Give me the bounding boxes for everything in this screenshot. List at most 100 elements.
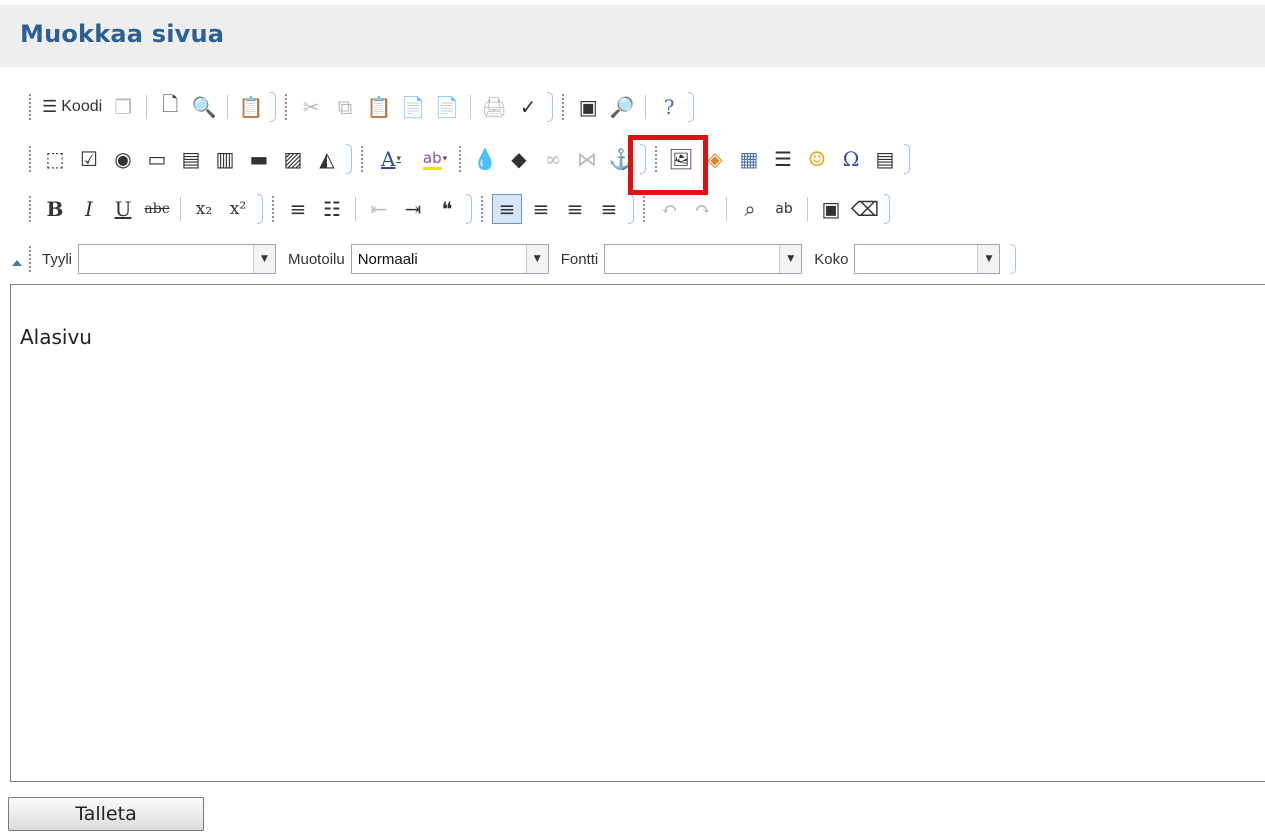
blockquote-button[interactable]: ❝ — [432, 194, 462, 224]
source-button[interactable]: ☰ Koodi — [42, 97, 102, 117]
underline-button[interactable]: U — [108, 194, 138, 224]
size-label: Koko — [814, 250, 849, 268]
toolbar-grip[interactable] — [642, 195, 646, 223]
cut-icon: ✂ — [302, 95, 320, 119]
editor-content-area[interactable]: Alasivu — [10, 284, 1265, 782]
chevron-down-icon[interactable]: ▼ — [525, 245, 548, 273]
paste-text-button[interactable]: 📄 — [398, 92, 428, 122]
toolbar-grip[interactable] — [561, 93, 566, 121]
unlink-button[interactable]: ⋈ — [572, 144, 602, 174]
find-button[interactable]: ⌕ — [735, 194, 765, 224]
toolbar-grip[interactable] — [480, 195, 484, 223]
size-select[interactable]: ▼ — [854, 244, 1001, 274]
replace-button[interactable]: ab — [769, 194, 799, 224]
horizontal-rule-button[interactable]: ☰ — [768, 144, 798, 174]
page-break-button[interactable]: ▤ — [870, 144, 900, 174]
new-page-button[interactable]: 🗋 — [155, 92, 185, 122]
undo-icon: ↶ — [660, 197, 678, 221]
indent-button[interactable]: ⇥ — [398, 194, 428, 224]
select-all-button[interactable]: ▣ — [816, 194, 846, 224]
textfield-button[interactable]: ▭ — [142, 144, 172, 174]
italic-button[interactable]: I — [74, 194, 104, 224]
form-button-button[interactable]: ▬ — [244, 144, 274, 174]
special-char-button[interactable]: Ω — [836, 144, 866, 174]
radio-button[interactable]: ◉ — [108, 144, 138, 174]
ordered-list-button[interactable]: ≡ — [283, 194, 313, 224]
chevron-down-icon[interactable]: ▼ — [977, 245, 1000, 273]
align-left-button[interactable]: ≡ — [492, 194, 522, 224]
chevron-down-icon[interactable]: ▼ — [779, 245, 802, 273]
ordered-list-icon: ≡ — [289, 197, 307, 221]
text-color-button[interactable]: A ▾ — [372, 144, 410, 174]
print-button[interactable]: 🖨 — [479, 92, 509, 122]
align-left-icon: ≡ — [498, 197, 516, 221]
select-all-icon: ▣ — [821, 197, 841, 221]
templates-list-button[interactable]: 📋 — [236, 92, 266, 122]
table-button[interactable]: ▦ — [734, 144, 764, 174]
paste-button[interactable]: 📋 — [364, 92, 394, 122]
bullet-list-button[interactable]: ☷ — [317, 194, 347, 224]
bold-button[interactable]: B — [40, 194, 70, 224]
spellcheck-icon: ✓ — [519, 95, 537, 119]
source-icon: ☰ — [42, 97, 58, 116]
format-select[interactable]: Normaali ▼ — [350, 244, 549, 274]
image-button-icon: ▨ — [283, 147, 303, 171]
toolbar-grip[interactable] — [360, 145, 364, 173]
toolbar-group-end — [688, 92, 695, 122]
align-right-button[interactable]: ≡ — [560, 194, 590, 224]
select-button[interactable]: ▤ — [176, 144, 206, 174]
checkbox-icon: ☑ — [80, 147, 98, 171]
align-right-icon: ≡ — [566, 197, 584, 221]
hidden-field-button[interactable]: ◭ — [312, 144, 342, 174]
redo-button[interactable]: ↷ — [688, 194, 718, 224]
smiley-button[interactable]: ☺ — [802, 144, 832, 174]
omega-icon: Ω — [842, 147, 860, 171]
undo-button[interactable]: ↶ — [654, 194, 684, 224]
toolbar-grip[interactable] — [28, 245, 32, 273]
form-button[interactable]: ⬚ — [40, 144, 70, 174]
editor-content-text: Alasivu — [20, 325, 92, 349]
styles-label: Tyyli — [42, 250, 72, 268]
maximize-button[interactable]: ▣ — [573, 92, 603, 122]
preview-button[interactable]: 🔍 — [189, 92, 219, 122]
font-select[interactable]: ▼ — [604, 244, 803, 274]
page-header: Muokkaa sivua — [0, 5, 1265, 67]
copy-button[interactable]: ⧉ — [330, 92, 360, 122]
align-center-button[interactable]: ≡ — [526, 194, 556, 224]
collapse-toolbar-icon[interactable] — [12, 260, 22, 266]
flash-button[interactable]: ◆ — [504, 144, 534, 174]
remove-format-button[interactable]: ⌫ — [850, 194, 880, 224]
image-button-button[interactable]: ▨ — [278, 144, 308, 174]
spellcheck-button[interactable]: ✓ — [513, 92, 543, 122]
about-button[interactable]: ? — [654, 92, 684, 122]
toolbar-grip[interactable] — [28, 145, 32, 173]
outdent-button[interactable]: ⇤ — [364, 194, 394, 224]
templates-button[interactable]: ❐ — [108, 92, 138, 122]
toolbar-group-end — [547, 92, 554, 122]
bg-color-button[interactable]: ab ▾ — [414, 144, 456, 174]
source-label: Koodi — [61, 98, 103, 115]
save-button[interactable]: Talleta — [8, 797, 204, 831]
iframe-drop-button[interactable]: 💧 — [470, 144, 500, 174]
justify-button[interactable]: ≡ — [594, 194, 624, 224]
strike-button[interactable]: abc — [142, 194, 172, 224]
toolbar-grip[interactable] — [284, 93, 289, 121]
checkbox-button[interactable]: ☑ — [74, 144, 104, 174]
toolbar-grip[interactable] — [271, 195, 275, 223]
toolbar-separator — [726, 197, 727, 221]
horizontal-rule-icon: ☰ — [774, 147, 792, 171]
styles-select[interactable]: ▼ — [78, 244, 276, 274]
link-button[interactable]: ∞ — [538, 144, 568, 174]
toolbar-grip[interactable] — [28, 93, 32, 121]
paste-word-button[interactable]: 📄 — [432, 92, 462, 122]
chevron-down-icon[interactable]: ▼ — [253, 245, 275, 273]
textarea-button[interactable]: ▥ — [210, 144, 240, 174]
superscript-button[interactable]: x² — [223, 194, 253, 224]
print-icon: 🖨 — [481, 95, 507, 119]
redo-icon: ↷ — [694, 197, 712, 221]
cut-button[interactable]: ✂ — [296, 92, 326, 122]
subscript-button[interactable]: x₂ — [189, 194, 219, 224]
toolbar-grip[interactable] — [28, 195, 32, 223]
toolbar-grip[interactable] — [458, 145, 462, 173]
show-blocks-button[interactable]: 🔎 — [607, 92, 637, 122]
